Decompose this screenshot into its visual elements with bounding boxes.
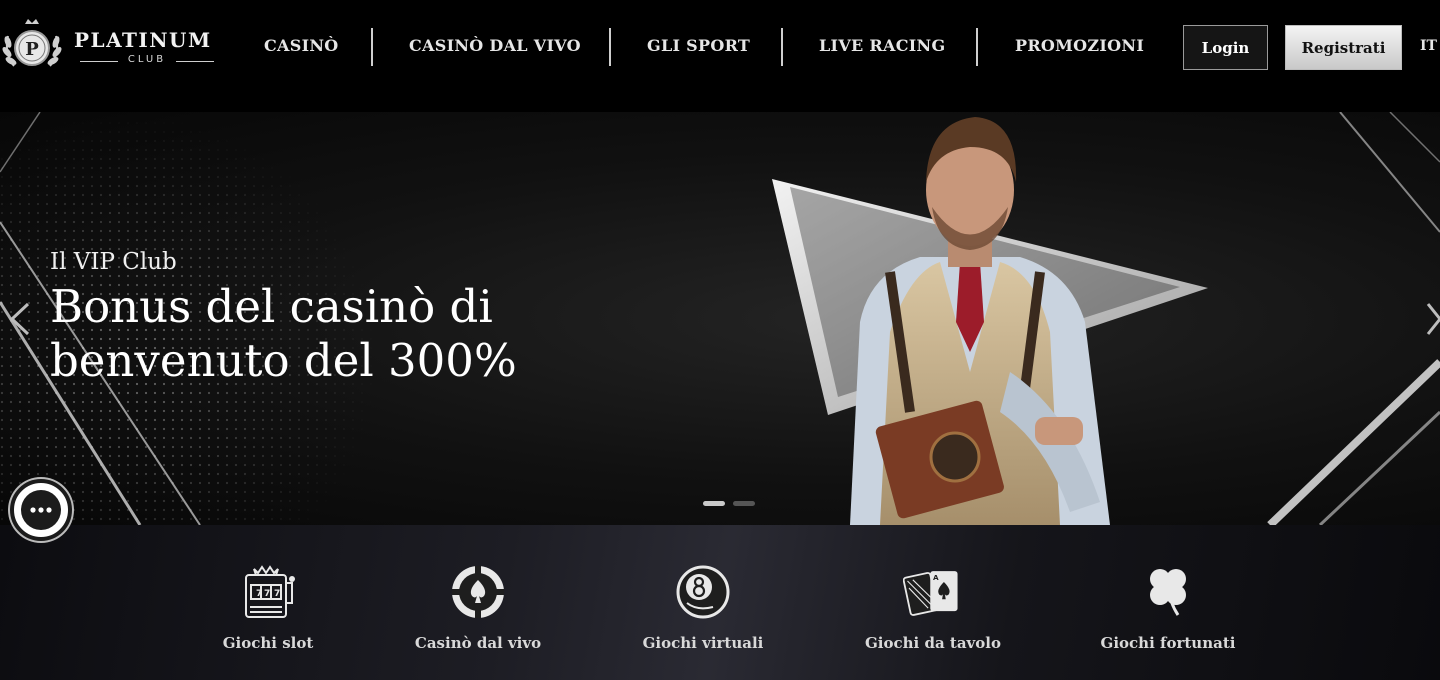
hero-headline-line: Bonus del casinò di	[50, 280, 493, 333]
hero-headline-line: benvenuto del 300%	[50, 334, 517, 387]
hero-subtitle: Il VIP Club	[50, 249, 177, 275]
nav-casino[interactable]: CASINÒ	[264, 36, 339, 55]
carousel-dot-active[interactable]	[703, 501, 725, 506]
chat-button[interactable]	[10, 479, 72, 541]
logo-subtitle: CLUB	[127, 54, 167, 65]
category-label: Casinò dal vivo	[414, 634, 542, 652]
category-virtual-games[interactable]: Giochi virtuali	[603, 525, 803, 680]
category-label: Giochi da tavolo	[865, 634, 1001, 652]
carousel-indicators	[703, 501, 755, 506]
nav-divider	[609, 28, 611, 66]
laurel-emblem-icon: P	[2, 19, 62, 67]
category-label: Giochi slot	[222, 634, 314, 652]
carousel-dot[interactable]	[733, 501, 755, 506]
poker-chip-icon	[452, 566, 504, 618]
nav-divider	[781, 28, 783, 66]
login-button[interactable]: Login	[1183, 25, 1268, 70]
category-label: Giochi fortunati	[1100, 634, 1236, 652]
category-live-casino[interactable]: Casinò dal vivo	[378, 525, 578, 680]
svg-text:7: 7	[264, 589, 270, 599]
logo-subtitle-wrap: CLUB	[80, 54, 214, 68]
nav-promotions[interactable]: PROMOZIONI	[1015, 36, 1144, 55]
register-button[interactable]: Registrati	[1285, 25, 1402, 70]
category-table-games[interactable]: A Giochi da tavolo	[833, 525, 1033, 680]
chevron-left-icon[interactable]	[8, 302, 32, 336]
chevron-right-icon[interactable]	[1426, 302, 1440, 336]
svg-text:7: 7	[274, 589, 280, 599]
slot-machine-icon: 7 7 7	[245, 565, 295, 618]
eight-ball-icon	[676, 565, 730, 619]
nav-sports[interactable]: GLI SPORT	[647, 36, 750, 55]
svg-text:7: 7	[256, 589, 262, 599]
nav-live-racing[interactable]: LIVE RACING	[819, 36, 945, 55]
nav-live-casino[interactable]: CASINÒ DAL VIVO	[409, 36, 581, 55]
category-label: Giochi virtuali	[642, 634, 764, 652]
game-categories: 7 7 7 Giochi slot Casinò dal vivo Giochi…	[0, 525, 1440, 680]
logo-title: PLATINUM	[74, 28, 212, 52]
nav-divider	[976, 28, 978, 66]
category-slots[interactable]: 7 7 7 Giochi slot	[168, 525, 368, 680]
language-selector[interactable]: IT	[1420, 38, 1437, 54]
four-leaf-clover-icon	[1150, 569, 1186, 616]
site-header: P PLATINUM CLUB CASINÒ CASINÒ DAL VIVO G…	[0, 0, 1440, 94]
svg-text:A: A	[933, 573, 939, 582]
category-lucky-games[interactable]: Giochi fortunati	[1068, 525, 1268, 680]
platinum-club-logo[interactable]: P PLATINUM CLUB	[0, 16, 220, 78]
emblem-letter: P	[25, 39, 39, 60]
nav-divider	[371, 28, 373, 66]
hero-banner[interactable]: Il VIP Club Bonus del casinò di benvenut…	[0, 112, 1440, 525]
playing-cards-icon: A	[903, 571, 958, 616]
hero-character-illustration	[772, 117, 1208, 525]
chat-bubble-icon	[21, 490, 61, 530]
hero-headline: Bonus del casinò di benvenuto del 300%	[50, 280, 517, 388]
